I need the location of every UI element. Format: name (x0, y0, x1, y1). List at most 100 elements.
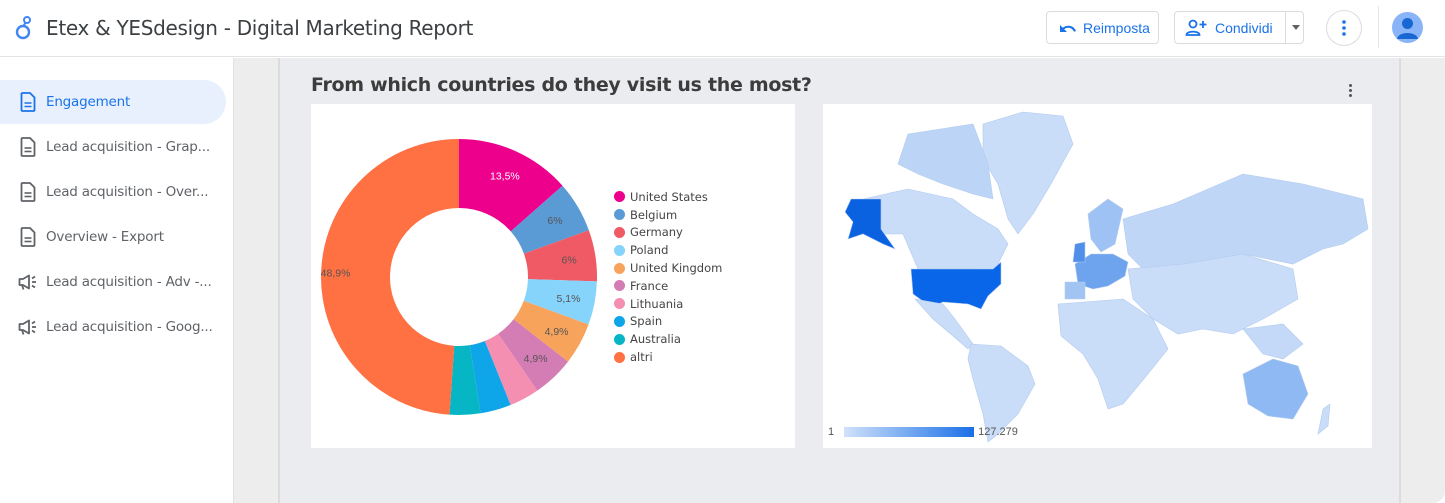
more-vertical-icon-dot (1348, 93, 1352, 97)
legend-swatch (614, 333, 625, 345)
legend-item[interactable]: United States (614, 188, 722, 206)
header-divider (1378, 6, 1379, 48)
undo-icon (1060, 24, 1076, 32)
map-region-scandinavia (1087, 198, 1124, 253)
legend-label: United States (630, 189, 708, 204)
legend-label: United Kingdom (630, 261, 723, 276)
scale-min-label: 1 (828, 426, 835, 438)
world-map[interactable] (823, 104, 1372, 448)
nav-item-label: Engagement (46, 94, 131, 110)
map-region-new-zealand (1317, 403, 1331, 435)
nav-item-label: Lead acquisition - Over... (46, 184, 209, 200)
share-button[interactable]: Condividi (1174, 11, 1304, 44)
nav-item-lead-acquisition-adv[interactable]: Lead acquisition - Adv -... (0, 260, 226, 304)
map-region-canada (862, 188, 1009, 275)
donut-slice-label: 4,9% (524, 353, 548, 365)
scale-max-label: 127.279 (978, 426, 1018, 438)
canvas-right-gutter (1399, 58, 1445, 503)
legend-item[interactable]: Belgium (614, 206, 722, 224)
reset-label: Reimposta (1083, 19, 1150, 36)
chart-options-menu[interactable] (1343, 80, 1357, 100)
share-split-divider (1285, 12, 1286, 43)
legend-label: Belgium (630, 207, 678, 222)
legend-swatch (614, 244, 625, 256)
legend-swatch (614, 262, 625, 274)
map-region-mexico (914, 298, 974, 350)
document-icon (18, 92, 38, 112)
map-region-australia (1242, 358, 1309, 420)
legend-item[interactable]: France (614, 277, 722, 295)
donut-slice-label: 6% (562, 255, 577, 267)
legend-swatch (614, 315, 625, 327)
account-avatar[interactable] (1392, 12, 1423, 43)
document-icon (18, 182, 38, 202)
legend-swatch (614, 191, 625, 203)
page-navigation: Engagement Lead acquisition - Grap... Le… (0, 58, 233, 503)
legend-item[interactable]: Australia (614, 330, 722, 348)
reset-button[interactable]: Reimposta (1046, 11, 1159, 44)
nav-item-lead-acquisition-google[interactable]: Lead acquisition - Goog... (0, 305, 226, 349)
nav-item-label: Lead acquisition - Adv -... (46, 274, 212, 290)
canvas-left-gutter (233, 58, 280, 503)
nav-item-lead-acquisition-graphs[interactable]: Lead acquisition - Grap... (0, 125, 226, 169)
nav-item-engagement[interactable]: Engagement (0, 80, 226, 124)
legend-label: Australia (630, 332, 681, 347)
geo-map-card[interactable]: 1 127.279 (823, 104, 1372, 448)
nav-item-label: Lead acquisition - Goog... (46, 319, 213, 335)
legend-swatch (614, 280, 625, 292)
donut-chart-card[interactable]: 13,5% 6% 6% 5,1% 4,9% 4,9% 48,9% United States… (311, 104, 795, 448)
more-vertical-icon (1342, 20, 1346, 36)
legend-label: France (630, 278, 669, 293)
legend-swatch (614, 209, 625, 221)
legend-item[interactable]: Lithuania (614, 295, 722, 313)
more-options-button[interactable] (1326, 10, 1362, 46)
nav-item-label: Lead acquisition - Grap... (46, 139, 210, 155)
legend-item[interactable]: United Kingdom (614, 259, 722, 277)
campaign-icon (18, 317, 38, 337)
map-region-southeast-asia (1242, 323, 1304, 360)
legend-item[interactable]: altri (614, 348, 722, 366)
top-bar: Etex & YESdesign - Digital Marketing Rep… (0, 0, 1445, 57)
chart-legend: United States Belgium Germany Poland United … (614, 188, 722, 366)
map-region-uk (1072, 241, 1086, 263)
nav-item-label: Overview - Export (46, 229, 164, 245)
legend-label: Spain (630, 314, 663, 329)
share-dropdown-button[interactable] (1288, 12, 1304, 43)
legend-item[interactable]: Germany (614, 224, 722, 242)
legend-label: Lithuania (630, 296, 684, 311)
add-person-icon (1185, 19, 1207, 36)
document-icon (18, 227, 38, 247)
legend-label: Poland (630, 243, 669, 258)
donut-chart[interactable]: 13,5% 6% 6% 5,1% 4,9% 4,9% 48,9% (311, 104, 611, 448)
caret-down-icon (1292, 25, 1300, 30)
section-title: From which countries do they visit us th… (311, 74, 812, 96)
map-color-scale: 1 127.279 (828, 426, 1018, 438)
document-icon (18, 137, 38, 157)
campaign-icon (18, 272, 38, 292)
map-region-arctic-canada (897, 123, 994, 200)
legend-label: Germany (630, 225, 683, 240)
legend-swatch (614, 226, 625, 238)
more-vertical-icon-dot (1348, 83, 1352, 87)
more-vertical-icon-dot (1348, 88, 1352, 92)
color-scale-bar (844, 427, 975, 437)
donut-slice-label: 13,5% (490, 170, 520, 182)
legend-swatch (614, 351, 625, 363)
app-window: Etex & YESdesign - Digital Marketing Rep… (0, 0, 1445, 503)
legend-item[interactable]: Spain (614, 313, 722, 331)
report-title: Etex & YESdesign - Digital Marketing Rep… (46, 16, 474, 40)
nav-item-lead-acquisition-overview[interactable]: Lead acquisition - Over... (0, 170, 226, 214)
legend-label: altri (630, 350, 653, 365)
legend-item[interactable]: Poland (614, 241, 722, 259)
donut-slice-label: 48,9% (321, 268, 351, 280)
donut-slice-label: 6% (547, 215, 562, 227)
looker-studio-logo-icon (15, 16, 31, 40)
nav-item-overview-export[interactable]: Overview - Export (0, 215, 226, 259)
legend-swatch (614, 298, 625, 310)
user-icon (1397, 18, 1418, 39)
map-region-iberia (1064, 281, 1086, 300)
donut-slice-label: 5,1% (556, 293, 580, 305)
share-label: Condividi (1215, 19, 1273, 36)
donut-slice-label: 4,9% (545, 326, 569, 338)
map-region-greenland (982, 111, 1074, 235)
